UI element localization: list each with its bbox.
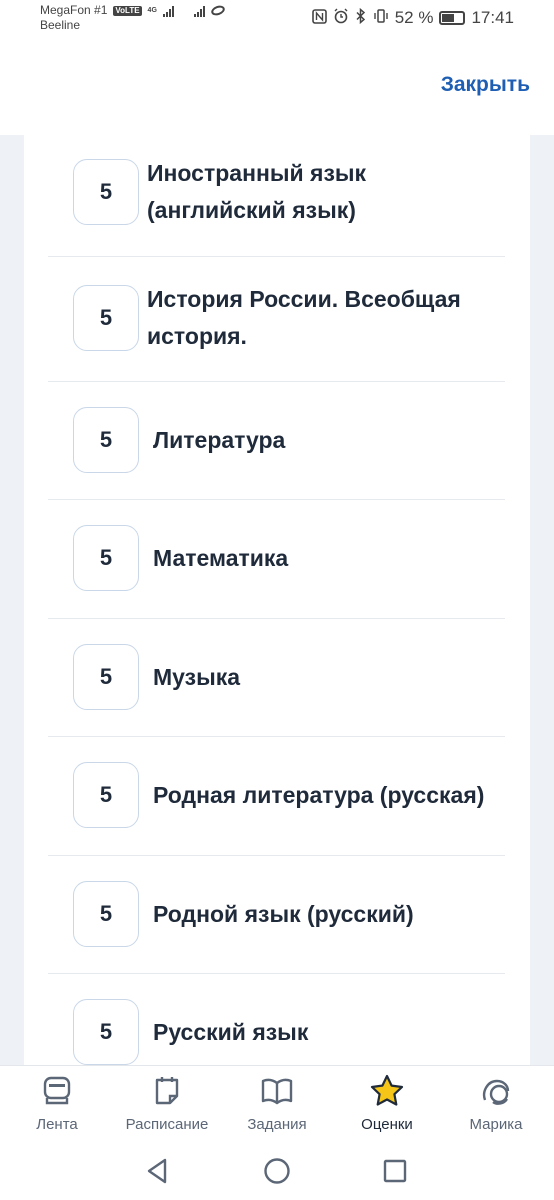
carrier2-label: Beeline [40, 18, 81, 32]
nav-label: Лента [36, 1116, 78, 1133]
system-indicators: 52 % 17:41 [311, 7, 514, 28]
nav-label: Марика [469, 1116, 523, 1133]
nfc-icon [311, 8, 327, 28]
alarm-icon [333, 8, 349, 28]
subject-row[interactable]: 5 Музыка [48, 619, 505, 737]
star-icon [370, 1074, 404, 1108]
subject-row[interactable]: 5 Родная литература (русская) [48, 737, 505, 856]
nav-tab-feed[interactable]: Лента [2, 1066, 112, 1141]
network-type-label: 4G [147, 6, 157, 14]
close-button[interactable]: Закрыть [441, 73, 530, 97]
grades-card: 5 Иностранный язык (английский язык) 5 Исто… [24, 135, 530, 1065]
subject-name: Музыка [153, 664, 241, 690]
recents-icon[interactable] [380, 1156, 410, 1186]
subject-row[interactable]: 5 Математика [48, 500, 505, 619]
bluetooth-icon [355, 7, 367, 28]
nav-tab-tasks[interactable]: Задания [222, 1066, 332, 1141]
subject-row[interactable]: 5 История России. Всеобщая история. [48, 257, 505, 382]
clock: 17:41 [471, 8, 514, 27]
signal-icon [162, 5, 174, 17]
subject-name: Родная литература (русская) [153, 782, 485, 808]
subject-name: Русский язык [153, 1019, 309, 1045]
status-bar: MegaFon #1 VoLTE 4G Beeline 52 % 17:41 [0, 0, 554, 40]
grade-badge[interactable]: 5 [73, 644, 139, 710]
carrier-info: MegaFon #1 VoLTE 4G Beeline [40, 3, 227, 33]
signal-icon-2 [193, 5, 205, 17]
grade-badge[interactable]: 5 [73, 762, 139, 828]
home-icon[interactable] [262, 1156, 292, 1186]
book-icon [260, 1074, 294, 1108]
back-icon[interactable] [143, 1156, 173, 1186]
subject-name: Математика [153, 545, 289, 571]
grades-screen: MegaFon #1 VoLTE 4G Beeline 52 % 17:41 З… [0, 0, 554, 1200]
subject-name: История России. Всеобщая история. [147, 286, 461, 349]
subject-list: 5 Иностранный язык (английский язык) 5 Исто… [48, 135, 505, 1065]
subject-row[interactable]: 5 Литература [48, 382, 505, 500]
grade-badge[interactable]: 5 [73, 881, 139, 947]
nav-label: Расписание [125, 1116, 209, 1133]
feed-icon [40, 1074, 74, 1108]
system-navigation-bar [0, 1140, 554, 1200]
subject-row[interactable]: 5 Русский язык [48, 974, 505, 1065]
subject-row[interactable]: 5 Иностранный язык (английский язык) [48, 135, 505, 257]
grade-badge[interactable]: 5 [73, 285, 139, 351]
calendar-icon [150, 1074, 184, 1108]
nav-label: Оценки [361, 1116, 413, 1133]
subject-row[interactable]: 5 Родной язык (русский) [48, 856, 505, 974]
nav-tab-schedule[interactable]: Расписание [112, 1066, 222, 1141]
subject-name: Литература [153, 427, 286, 453]
grade-badge[interactable]: 5 [73, 999, 139, 1065]
assistant-icon [479, 1074, 513, 1108]
carrier1-label: MegaFon #1 [40, 3, 108, 17]
bottom-navigation: Лента Расписание Задания Оценки Марика [0, 1065, 554, 1140]
nav-tab-grades[interactable]: Оценки [332, 1066, 442, 1141]
grade-badge[interactable]: 5 [73, 407, 139, 473]
subject-name: Родной язык (русский) [153, 901, 414, 927]
nav-label: Задания [247, 1116, 307, 1133]
battery-percent: 52 % [394, 8, 434, 27]
nav-tab-marika[interactable]: Марика [441, 1066, 551, 1141]
header: Закрыть [0, 40, 554, 135]
vibrate-icon [373, 8, 389, 28]
volte-badge: VoLTE [113, 5, 142, 16]
battery-icon [439, 11, 466, 25]
grade-badge[interactable]: 5 [73, 525, 139, 591]
hotspot-icon [209, 3, 227, 18]
grade-badge[interactable]: 5 [73, 159, 139, 225]
subject-name: Иностранный язык (английский язык) [147, 160, 367, 223]
